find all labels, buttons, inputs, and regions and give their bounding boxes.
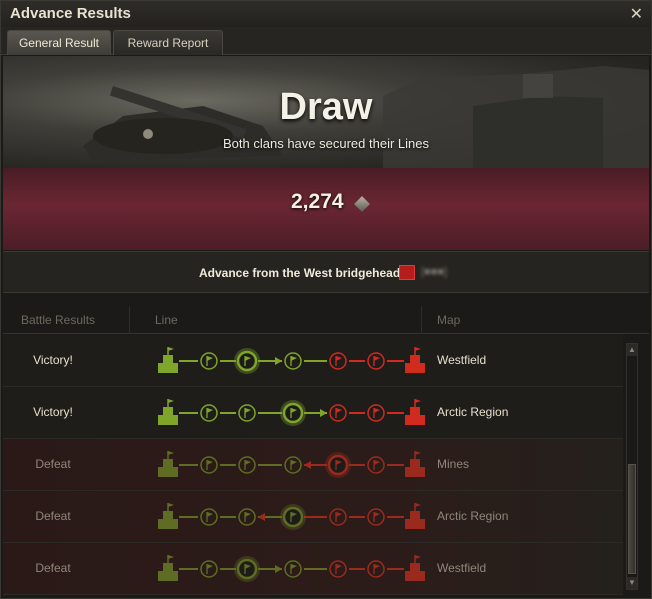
- flag-node-icon: [200, 560, 218, 578]
- table-row: Defeat Mines: [3, 439, 623, 491]
- front-line-track: [158, 555, 425, 582]
- tab-reward-report[interactable]: Reward Report: [113, 30, 223, 55]
- header-divider: [421, 306, 422, 334]
- industrial-resource-icon: [354, 196, 370, 212]
- advance-arrow-icon: [258, 513, 265, 521]
- scroll-thumb[interactable]: [628, 464, 636, 574]
- flag-node-icon: [200, 352, 218, 370]
- flag-node-icon: [282, 506, 304, 528]
- map-name: Westfield: [437, 353, 487, 367]
- enemy-base-icon: [405, 571, 425, 581]
- table-row: Victory! Arctic Region: [3, 387, 623, 439]
- flag-node-icon: [236, 350, 258, 372]
- friendly-base-icon: [158, 519, 178, 529]
- clan-tag-blurred: [■■■]: [421, 266, 448, 278]
- map-name: Westfield: [437, 561, 487, 575]
- flag-node-icon: [367, 456, 385, 474]
- map-name: Arctic Region: [437, 405, 509, 419]
- front-line-track: [158, 347, 425, 374]
- flag-node-icon: [284, 456, 302, 474]
- advance-description: Advance from the West bridgehead: [199, 266, 401, 280]
- friendly-base-icon: [158, 571, 178, 581]
- advance-arrow-icon: [275, 565, 282, 573]
- flag-node-icon: [327, 454, 349, 476]
- advance-arrow-icon: [275, 357, 282, 365]
- title-bar: Advance Results ✕: [1, 1, 651, 27]
- outcome-title: Draw: [279, 86, 373, 128]
- enemy-base-icon: [405, 415, 425, 425]
- battle-result-label: Defeat: [35, 561, 71, 575]
- outcome-subtitle: Both clans have secured their Lines: [223, 136, 429, 151]
- clan-emblem-icon: [399, 265, 415, 280]
- flag-node-icon: [200, 404, 218, 422]
- advance-arrow-icon: [320, 409, 327, 417]
- table-row: Defeat Westfield: [3, 543, 623, 595]
- close-icon[interactable]: ✕: [630, 4, 643, 24]
- reward-value: 2,274: [291, 190, 344, 213]
- scroll-down-button[interactable]: ▼: [627, 577, 637, 589]
- flag-node-icon: [329, 352, 347, 370]
- flag-node-icon: [282, 402, 304, 424]
- flag-node-icon: [238, 456, 256, 474]
- flag-node-icon: [238, 404, 256, 422]
- advance-info-bar: Advance from the West bridgehead [■■■]: [3, 251, 649, 293]
- front-line-track: [158, 451, 425, 478]
- header-battle-results: Battle Results: [21, 313, 96, 327]
- tab-bar: General Result Reward Report: [1, 27, 651, 55]
- scrollbar[interactable]: ▲ ▼: [626, 343, 638, 590]
- flag-node-icon: [284, 352, 302, 370]
- flag-node-icon: [200, 508, 218, 526]
- advance-arrow-icon: [304, 461, 311, 469]
- map-name: Mines: [437, 457, 470, 471]
- table-row: Victory! Westfield: [3, 335, 623, 387]
- map-name: Arctic Region: [437, 509, 509, 523]
- battle-result-label: Defeat: [35, 457, 71, 471]
- front-line-track: [158, 503, 425, 530]
- enemy-base-icon: [405, 467, 425, 477]
- header-divider: [129, 306, 130, 334]
- enemy-base-icon: [405, 363, 425, 373]
- header-map: Map: [437, 313, 461, 327]
- scroll-up-button[interactable]: ▲: [627, 344, 637, 356]
- tab-general-result[interactable]: General Result: [7, 30, 111, 55]
- friendly-base-icon: [158, 467, 178, 477]
- flag-node-icon: [367, 352, 385, 370]
- battle-result-label: Victory!: [33, 405, 73, 419]
- flag-node-icon: [367, 508, 385, 526]
- battle-result-label: Victory!: [33, 353, 73, 367]
- advance-results-window: Advance Results ✕ General Result Reward …: [0, 0, 652, 599]
- flag-node-icon: [238, 508, 256, 526]
- result-banner: Draw Both clans have secured their Lines: [3, 56, 649, 168]
- flag-node-icon: [367, 404, 385, 422]
- enemy-base-icon: [405, 519, 425, 529]
- window-title: Advance Results: [10, 5, 131, 22]
- flag-node-icon: [329, 560, 347, 578]
- friendly-base-icon: [158, 415, 178, 425]
- flag-node-icon: [284, 560, 302, 578]
- flag-node-icon: [367, 560, 385, 578]
- table-row: Defeat Arctic Region: [3, 491, 623, 543]
- battle-result-label: Defeat: [35, 509, 71, 523]
- flag-node-icon: [329, 404, 347, 422]
- header-line: Line: [155, 313, 178, 327]
- flag-node-icon: [200, 456, 218, 474]
- front-line-track: [158, 399, 425, 426]
- reward-band: 2,274: [3, 168, 649, 250]
- friendly-base-icon: [158, 363, 178, 373]
- flag-node-icon: [236, 558, 258, 580]
- flag-node-icon: [329, 508, 347, 526]
- results-table-header: Battle Results Line Map: [3, 306, 649, 334]
